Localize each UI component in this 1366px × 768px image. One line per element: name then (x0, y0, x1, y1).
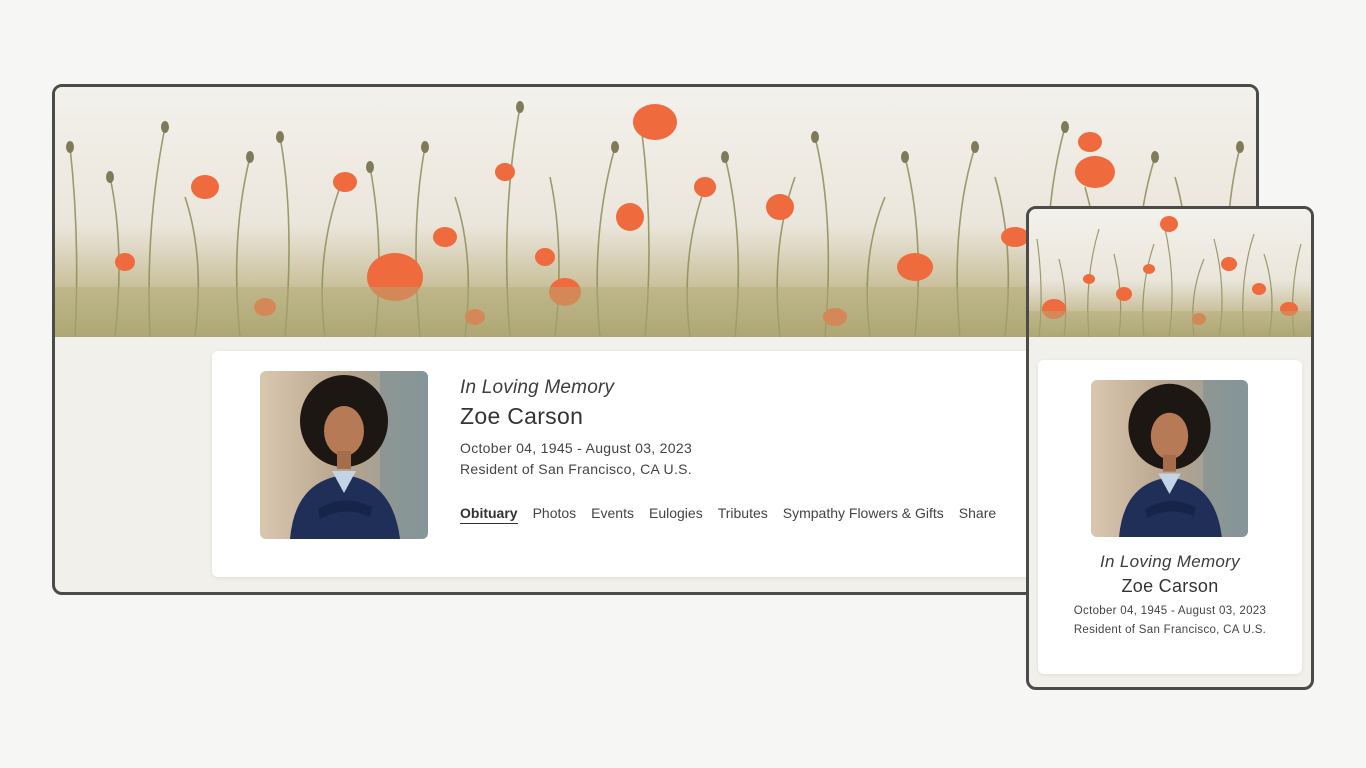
tab-eulogies[interactable]: Eulogies (649, 505, 703, 524)
mobile-portrait-photo (1091, 380, 1248, 537)
tab-tributes[interactable]: Tributes (718, 505, 768, 524)
mobile-poppy-banner (1029, 209, 1311, 337)
residence-text: Resident of San Francisco, CA U.S. (460, 461, 692, 477)
mobile-residence-text: Resident of San Francisco, CA U.S. (1073, 624, 1267, 636)
tab-photos[interactable]: Photos (533, 505, 577, 524)
memorial-tagline: In Loving Memory (460, 377, 615, 398)
mobile-life-dates: October 04, 1945 - August 03, 2023 (1073, 605, 1267, 617)
mobile-preview-frame: In Loving Memory Zoe Carson October 04, … (1026, 206, 1314, 690)
mobile-memorial-tagline: In Loving Memory (1100, 552, 1240, 571)
tab-share[interactable]: Share (959, 505, 996, 524)
mobile-obituary-card: In Loving Memory Zoe Carson October 04, … (1038, 360, 1302, 674)
obituary-nav: Obituary Photos Events Eulogies Tributes… (460, 505, 996, 524)
mobile-poppy-image (1029, 209, 1311, 337)
tab-sympathy-flowers-gifts[interactable]: Sympathy Flowers & Gifts (783, 505, 944, 524)
mobile-deceased-name: Zoe Carson (1121, 576, 1219, 596)
portrait-photo (260, 371, 428, 539)
deceased-name: Zoe Carson (460, 403, 584, 429)
mobile-portrait-image (1091, 380, 1248, 537)
obituary-header-card: In Loving Memory Zoe Carson October 04, … (212, 351, 1092, 577)
tab-obituary[interactable]: Obituary (460, 505, 518, 524)
life-dates: October 04, 1945 - August 03, 2023 (460, 440, 693, 456)
mobile-profile-info: In Loving Memory Zoe Carson October 04, … (1038, 552, 1302, 636)
profile-info: In Loving Memory Zoe Carson October 04, … (460, 377, 1060, 477)
portrait-image (260, 371, 428, 539)
tab-events[interactable]: Events (591, 505, 634, 524)
